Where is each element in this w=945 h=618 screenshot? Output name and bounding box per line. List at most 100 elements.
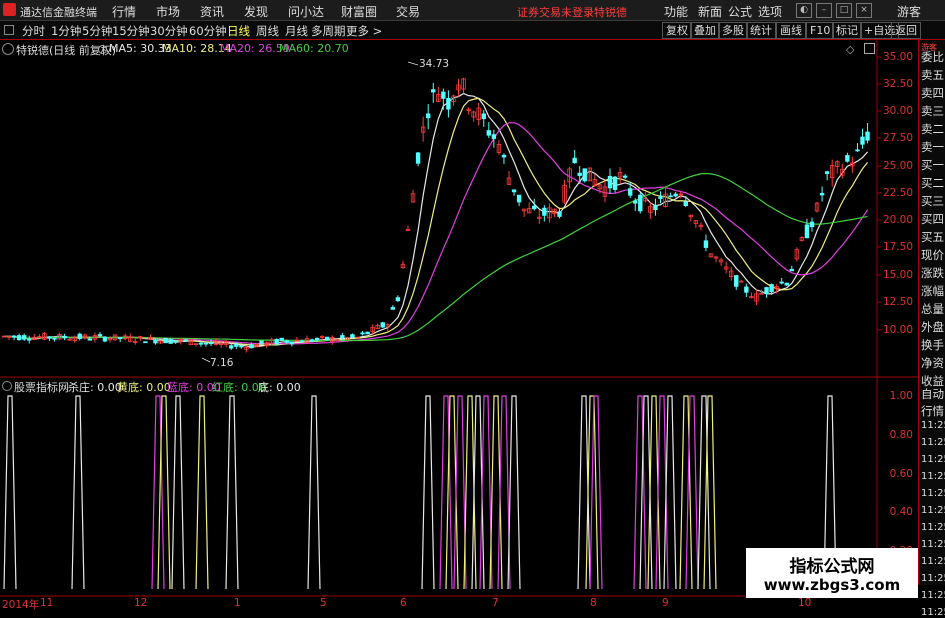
side-lower-item: 11:25 (921, 437, 945, 448)
candle-body (703, 240, 709, 248)
candle-body (117, 337, 123, 340)
tab-5min[interactable]: 5分钟 (82, 23, 112, 39)
candle-body (274, 339, 279, 345)
multi-stock-button[interactable]: 多股 (718, 22, 748, 39)
grid-toggle-icon[interactable] (4, 25, 14, 35)
candle-body (809, 221, 815, 228)
tab-daily[interactable]: 日线 (227, 23, 250, 39)
side-lower-item: 11:25 (921, 454, 945, 465)
maximize-icon[interactable]: □ (836, 3, 852, 18)
tab-monthly[interactable]: 月线 (285, 23, 308, 39)
side-lower-item: 11:25 (921, 420, 945, 431)
skin-icon[interactable]: ◐ (796, 3, 812, 18)
candle-body (168, 339, 173, 344)
side-item: 涨跌 (921, 266, 944, 280)
candle-body (395, 297, 401, 302)
candle-body (516, 194, 522, 203)
x-tick: 9 (662, 597, 669, 609)
candle-body (865, 131, 870, 141)
tab-intraday[interactable]: 分时 (22, 23, 45, 39)
candle-body (622, 175, 628, 178)
side-item: 卖一 (921, 140, 944, 154)
candle-body (658, 196, 663, 199)
side-lower-item: 11:25 (921, 488, 945, 499)
tab-weekly[interactable]: 周线 (256, 23, 279, 39)
candle-body (491, 134, 497, 139)
indicator-settings-icon[interactable] (2, 381, 12, 391)
tab-1min[interactable]: 1分钟 (51, 23, 81, 39)
indicator-spike (225, 395, 239, 590)
candle-body (779, 281, 784, 284)
indicator-value-shazhuang: 杀庄: 0.00 (68, 381, 122, 394)
candle-body (314, 337, 320, 341)
candle-body (431, 89, 436, 93)
side-lower-item: 11:25 (921, 539, 945, 550)
candle-body (309, 339, 315, 342)
price-tick: 25.00 (882, 160, 913, 172)
indicator-spike (421, 395, 435, 590)
menu-formula[interactable]: 公式 (728, 3, 752, 20)
tab-multi-period[interactable]: 多周期 (311, 23, 346, 39)
chart-area[interactable] (0, 40, 918, 597)
tab-more[interactable]: 更多 > (346, 23, 382, 39)
quote-side-panel: 游客 委比 卖五 卖四 卖三 卖二 卖一 买一 买二 买三 买四 买五 现价 涨跌 涨幅 总量 外盘 换手 净资 收益… (918, 40, 945, 618)
price-tick: 27.50 (882, 132, 913, 144)
candle-body (653, 204, 658, 210)
panel-expand-icon[interactable] (864, 43, 875, 54)
price-tick: 15.00 (882, 269, 913, 281)
price-tick: 17.50 (882, 241, 913, 253)
back-button[interactable]: 返回 (891, 22, 921, 39)
side-item: 卖四 (921, 86, 944, 100)
price-tick: 10.00 (882, 324, 913, 336)
candle-body (203, 342, 209, 345)
candle-body (739, 280, 744, 283)
mark-button[interactable]: 标记 (832, 22, 862, 39)
guest-label[interactable]: 游客 (897, 3, 921, 20)
diamond-icon[interactable]: ◇ (846, 43, 854, 56)
side-item: 总量 (921, 302, 944, 316)
statistics-button[interactable]: 统计 (746, 22, 776, 39)
login-notice: 证券交易未登录 (517, 6, 594, 19)
candle-body (557, 211, 562, 217)
side-item: 委比 (921, 50, 944, 64)
side-item: 卖二 (921, 122, 944, 136)
candle-body (734, 275, 739, 287)
menu-wealth-circle[interactable]: 财富圈 (341, 3, 377, 20)
menu-discover[interactable]: 发现 (244, 3, 268, 20)
candle-body (198, 342, 204, 345)
candle-body (683, 201, 688, 207)
tab-60min[interactable]: 60分钟 (189, 23, 227, 39)
x-tick: 12 (134, 597, 148, 609)
menu-quotes[interactable]: 行情 (112, 3, 136, 20)
candle-body (208, 342, 214, 345)
menu-news[interactable]: 资讯 (200, 3, 224, 20)
indicator-spike (3, 395, 17, 590)
side-item: 买四 (921, 212, 944, 226)
draw-line-button[interactable]: 画线 (776, 22, 806, 39)
tab-15min[interactable]: 15分钟 (112, 23, 150, 39)
side-lower-item: 11:25 (921, 471, 945, 482)
low-price-label: 7.16 (210, 357, 234, 369)
menu-function[interactable]: 功能 (664, 3, 688, 20)
minimize-icon[interactable]: – (816, 3, 832, 18)
tab-30min[interactable]: 30分钟 (150, 23, 188, 39)
menu-market[interactable]: 市场 (156, 3, 180, 20)
overlay-button[interactable]: 叠加 (690, 22, 720, 39)
menu-wenxiaoda[interactable]: 问小达 (288, 3, 324, 20)
candle-body (340, 335, 345, 339)
side-item: 买二 (921, 176, 944, 190)
f10-button[interactable]: F10 (806, 22, 835, 39)
menu-options[interactable]: 选项 (758, 3, 782, 20)
menu-trade[interactable]: 交易 (396, 3, 420, 20)
adjust-button[interactable]: 复权 (662, 22, 692, 39)
candle-body (415, 152, 421, 164)
side-item: 买五 (921, 230, 944, 244)
close-icon[interactable]: × (856, 3, 872, 18)
side-lower-item: 11:25 (921, 556, 945, 567)
side-lower-item: 11:25 (921, 522, 945, 533)
ma-settings-icon[interactable] (98, 45, 107, 54)
candle-body (638, 194, 643, 212)
menu-new-layout[interactable]: 新面 (698, 3, 722, 20)
chart-settings-icon[interactable] (2, 43, 14, 55)
candle-body (52, 337, 57, 340)
